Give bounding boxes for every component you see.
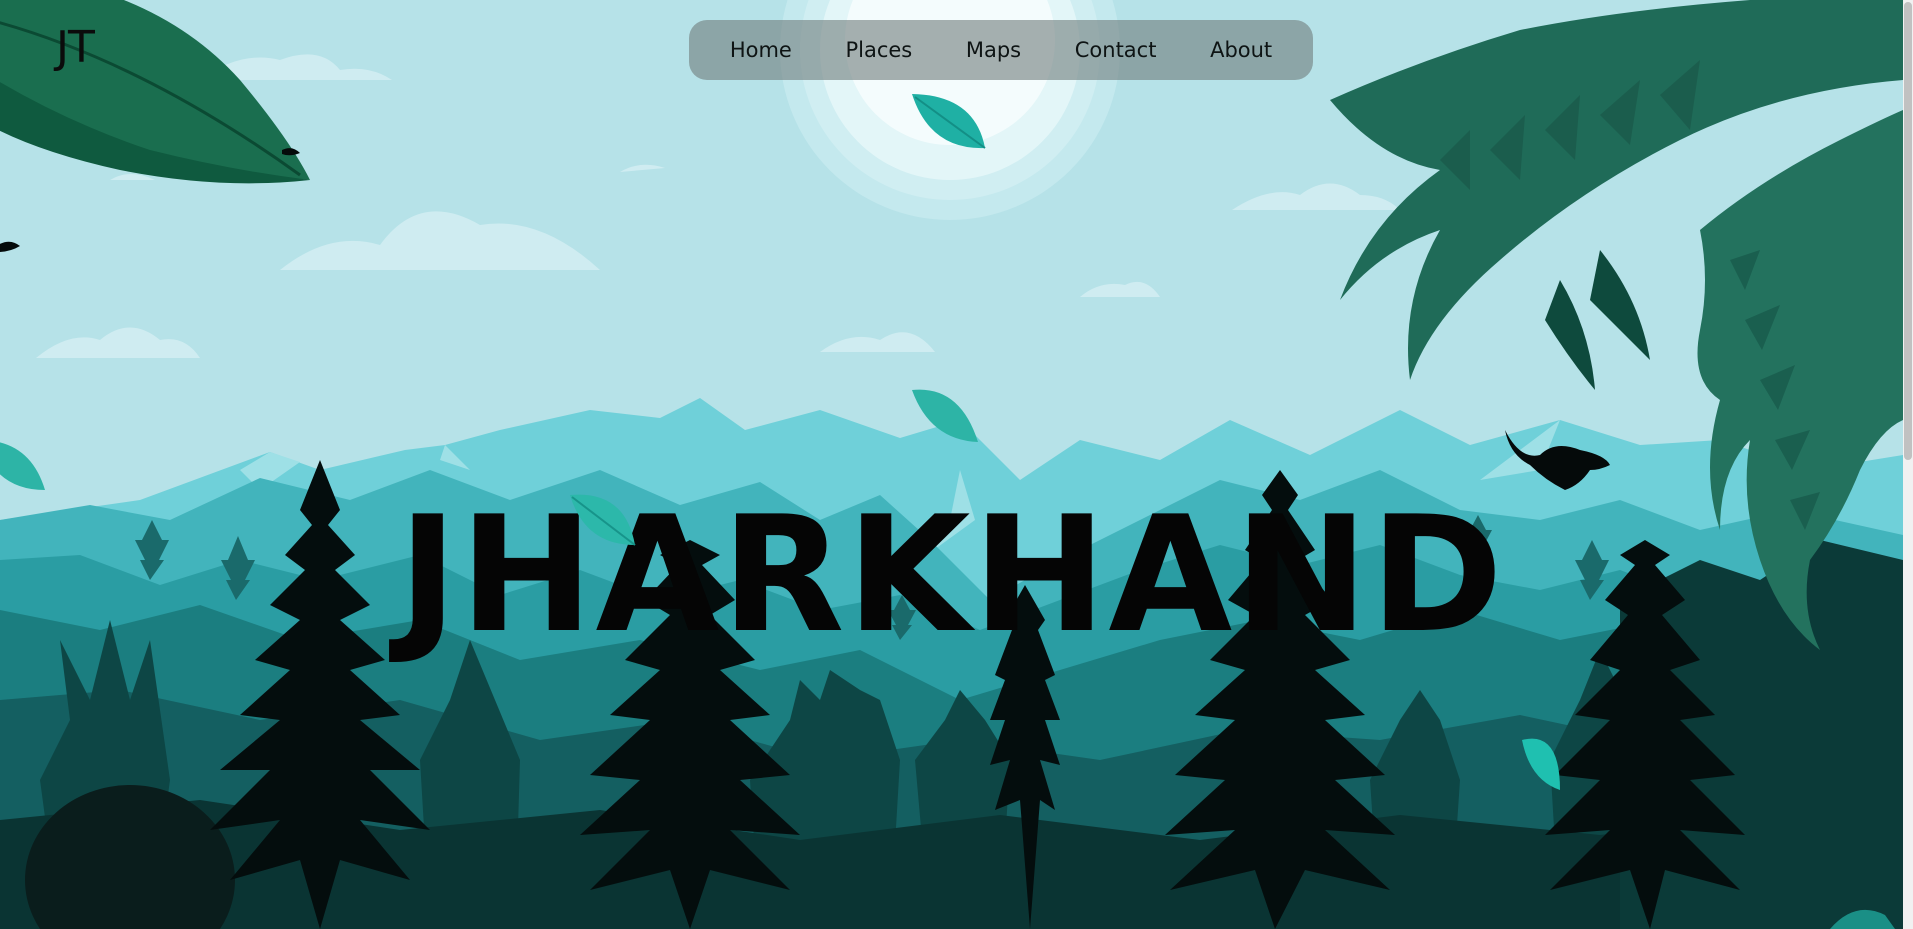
hero-title: JHARKHAND bbox=[398, 481, 1505, 669]
scrollbar-thumb[interactable] bbox=[1904, 2, 1912, 460]
browser-viewport: JT Home Places Maps Contact About JHARKH… bbox=[0, 0, 1913, 929]
landscape-illustration bbox=[0, 0, 1903, 929]
nav-item-maps[interactable]: Maps bbox=[958, 32, 1029, 68]
main-nav: Home Places Maps Contact About bbox=[689, 20, 1313, 80]
nav-item-about[interactable]: About bbox=[1202, 32, 1280, 68]
hero-scene: JT Home Places Maps Contact About JHARKH… bbox=[0, 0, 1903, 929]
nav-item-home[interactable]: Home bbox=[722, 32, 800, 68]
page-scrollbar[interactable] bbox=[1903, 0, 1913, 929]
site-logo[interactable]: JT bbox=[56, 22, 95, 73]
nav-item-places[interactable]: Places bbox=[837, 32, 920, 68]
nav-item-contact[interactable]: Contact bbox=[1067, 32, 1165, 68]
